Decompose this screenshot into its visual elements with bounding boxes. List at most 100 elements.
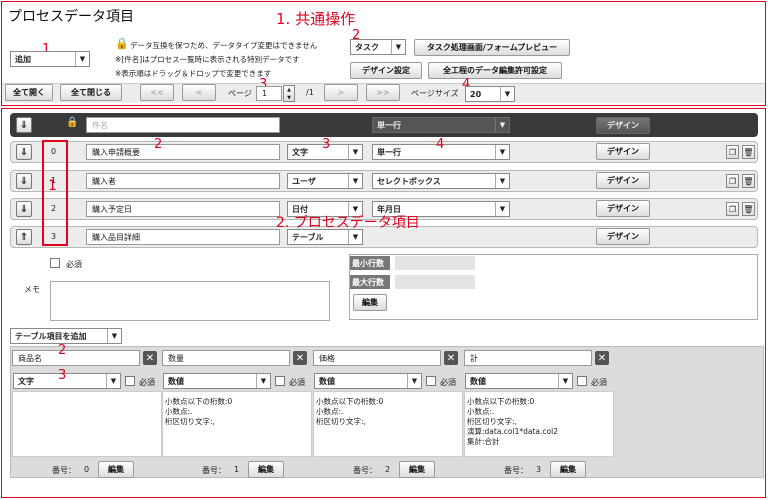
chevron-down-icon: ▼ <box>391 40 405 54</box>
collapse-all-button[interactable]: 全て閉じる <box>60 84 122 101</box>
min-rows-label: 最小行数 <box>350 256 390 270</box>
column-info-line: 桁区切り文字:, <box>165 417 215 426</box>
column-edit-button[interactable]: 編集 <box>98 461 134 478</box>
expand-all-button[interactable]: 全て開く <box>5 84 53 101</box>
column-datatype-select[interactable]: 数値 ▼ <box>163 373 271 389</box>
subject-name-input[interactable]: 件名 <box>86 117 280 133</box>
row-name-input[interactable]: 購入申請概要 <box>86 144 280 160</box>
subject-format-select[interactable]: 単一行 ▼ <box>372 117 510 133</box>
trash-icon[interactable]: 🗑 <box>742 145 755 159</box>
column-name-input[interactable]: 計 <box>464 350 592 366</box>
trash-icon[interactable]: 🗑 <box>742 202 755 216</box>
chevron-down-icon: ▼ <box>106 374 120 388</box>
row-name-input[interactable]: 購入予定日 <box>86 201 280 217</box>
column-name-input[interactable]: 数量 <box>162 350 290 366</box>
task-select[interactable]: タスク ▼ <box>350 39 406 55</box>
column-number: 1 <box>234 465 240 474</box>
row-datatype-label: 文字 <box>292 147 308 157</box>
annotation-2-cols: 2 <box>58 343 67 358</box>
annotation-3-rows: 3 <box>322 137 331 152</box>
max-rows-value[interactable] <box>395 275 475 289</box>
column-name-input[interactable]: 価格 <box>313 350 441 366</box>
add-select[interactable]: 追加 ▼ <box>10 51 90 67</box>
row-design-button[interactable]: デザイン <box>596 172 650 189</box>
add-select-label: 追加 <box>15 54 31 64</box>
task-preview-button[interactable]: タスク処理画面/フォームプレビュー <box>414 39 570 56</box>
column-edit-button[interactable]: 編集 <box>399 461 435 478</box>
column-required-label: 必須 <box>139 378 155 387</box>
chevron-down-icon: ▼ <box>348 145 362 159</box>
column-number-label: 番号： <box>504 466 528 475</box>
column-required-label: 必須 <box>591 378 607 387</box>
close-icon[interactable]: ✕ <box>293 351 307 365</box>
copy-icon[interactable]: ❐ <box>726 145 739 159</box>
chevron-down-icon: ▼ <box>495 145 509 159</box>
prev-page-button[interactable]: < <box>182 84 216 101</box>
edit-permission-button[interactable]: 全工程のデータ編集許可設定 <box>428 62 562 79</box>
order-note: ※表示順はドラッグ＆ドロップで変更できます <box>115 69 272 78</box>
rows-edit-button[interactable]: 編集 <box>353 294 387 311</box>
row-design-button[interactable]: デザイン <box>596 200 650 217</box>
row-name-input[interactable]: 購入者 <box>86 173 280 189</box>
row-name-input[interactable]: 購入品目詳細 <box>86 229 280 245</box>
row-format-select[interactable]: セレクトボックス ▼ <box>372 173 510 189</box>
expand-icon[interactable]: ⇓ <box>16 144 32 160</box>
column-datatype-label: 数値 <box>319 376 335 386</box>
min-rows-value[interactable] <box>395 256 475 270</box>
page-label: ページ <box>228 89 252 98</box>
next-page-button[interactable]: > <box>324 84 358 101</box>
lock-icon: 🔒 <box>115 37 129 50</box>
move-down-icon[interactable]: ⇓ <box>16 117 32 133</box>
expand-icon[interactable]: ⇓ <box>16 173 32 189</box>
row-format-label: 単一行 <box>377 147 401 157</box>
column-required-checkbox[interactable] <box>426 376 436 386</box>
subject-design-button[interactable]: デザイン <box>596 117 650 134</box>
last-page-button[interactable]: >> <box>366 84 400 101</box>
column-required-label: 必須 <box>289 378 305 387</box>
row-design-button[interactable]: デザイン <box>596 143 650 160</box>
add-table-item-select[interactable]: テーブル項目を追加 ▼ <box>10 328 122 344</box>
column-datatype-select[interactable]: 数値 ▼ <box>314 373 422 389</box>
column-datatype-label: 数値 <box>470 376 486 386</box>
first-page-button[interactable]: << <box>140 84 174 101</box>
row-datatype-label: テーブル <box>292 232 324 242</box>
column-number-label: 番号： <box>353 466 377 475</box>
column-required-checkbox[interactable] <box>577 376 587 386</box>
add-table-item-label: テーブル項目を追加 <box>15 331 87 341</box>
annotation-4-rows: 4 <box>436 137 445 152</box>
column-datatype-select[interactable]: 文字 ▼ <box>13 373 121 389</box>
required-checkbox[interactable] <box>50 258 60 268</box>
copy-icon[interactable]: ❐ <box>726 202 739 216</box>
collapse-icon[interactable]: ⇑ <box>16 229 32 245</box>
column-info-box <box>12 391 162 457</box>
chevron-down-icon: ▼ <box>75 52 89 66</box>
memo-textarea[interactable] <box>50 281 330 321</box>
column-required-checkbox[interactable] <box>125 376 135 386</box>
column-datatype-select[interactable]: 数値 ▼ <box>465 373 573 389</box>
column-name-input[interactable]: 商品名 <box>12 350 140 366</box>
row-datatype-select[interactable]: ユーザ ▼ <box>287 173 363 189</box>
page-spinner[interactable]: ▲ ▼ <box>283 85 295 102</box>
subject-note: ※[件名]はプロセス一覧時に表示される特別データです <box>115 55 300 64</box>
column-edit-button[interactable]: 編集 <box>248 461 284 478</box>
column-required-checkbox[interactable] <box>275 376 285 386</box>
close-icon[interactable]: ✕ <box>143 351 157 365</box>
design-settings-button[interactable]: デザイン設定 <box>350 62 422 79</box>
close-icon[interactable]: ✕ <box>595 351 609 365</box>
page-input[interactable]: 1 <box>256 86 282 101</box>
row-design-button[interactable]: デザイン <box>596 228 650 245</box>
column-number: 3 <box>536 465 542 474</box>
page-title: プロセスデータ項目 <box>8 9 134 25</box>
close-icon[interactable]: ✕ <box>444 351 458 365</box>
chevron-down-icon: ▼ <box>256 374 270 388</box>
chevron-down-icon: ▼ <box>495 174 509 188</box>
column-edit-button[interactable]: 編集 <box>550 461 586 478</box>
annotation-1-rows: 1 <box>48 178 57 194</box>
row-datatype-label: ユーザ <box>292 176 316 186</box>
lock-note: データ互換を保つため、データタイプ変更はできません <box>130 41 318 50</box>
trash-icon[interactable]: 🗑 <box>742 174 755 188</box>
chevron-down-icon: ▼ <box>495 118 509 132</box>
page-size-select[interactable]: 20 ▼ <box>465 86 515 102</box>
expand-icon[interactable]: ⇓ <box>16 201 32 217</box>
copy-icon[interactable]: ❐ <box>726 174 739 188</box>
